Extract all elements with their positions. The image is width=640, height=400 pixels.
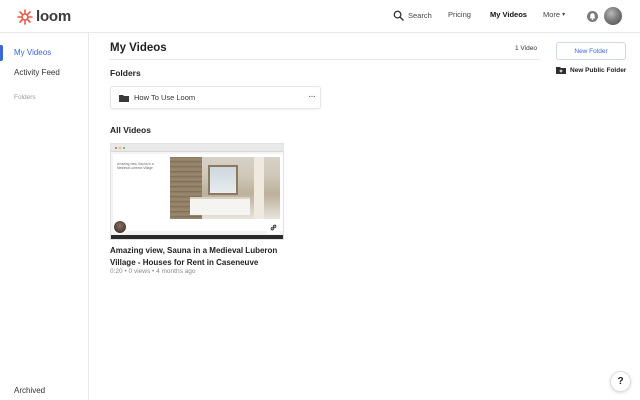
brand-name: loom: [36, 8, 72, 25]
thumbnail-page: Amazing view, Sauna in a Medieval Lubero…: [113, 154, 283, 231]
video-meta: 0:20 • 0 views • 4 months ago: [110, 268, 196, 275]
sidebar-item-archived[interactable]: Archived: [14, 386, 45, 395]
copy-link-icon[interactable]: [267, 221, 280, 234]
chevron-down-icon: ▾: [562, 12, 566, 18]
search-icon: [393, 10, 404, 21]
public-folder-icon: [556, 67, 566, 74]
more-options-icon[interactable]: ···: [308, 92, 316, 102]
sidebar-section-folders: Folders: [14, 94, 36, 101]
all-videos-heading: All Videos: [110, 125, 151, 135]
my-videos-link[interactable]: My Videos: [490, 10, 527, 19]
page-title: My Videos: [110, 42, 167, 54]
folders-heading: Folders: [110, 68, 141, 78]
video-count: 1 Video: [515, 45, 537, 52]
search-label: Search: [408, 11, 432, 20]
loom-logo[interactable]: loom: [17, 8, 71, 25]
video-thumbnail[interactable]: Amazing view, Sauna in a Medieval Lubero…: [110, 143, 284, 240]
thumbnail-photo: [170, 157, 280, 219]
folder-name: How To Use Loom: [134, 93, 196, 102]
divider: [110, 59, 540, 60]
sidebar-item-activity-feed[interactable]: Activity Feed: [14, 68, 60, 77]
user-avatar[interactable]: [604, 7, 622, 25]
loom-logo-icon: [17, 8, 33, 25]
top-bar: loom Search Pricing My Videos More ▾: [0, 0, 640, 33]
pricing-link[interactable]: Pricing: [448, 10, 471, 19]
sidebar: My Videos Activity Feed Folders Archived: [0, 33, 89, 400]
thumbnail-taskbar: [111, 235, 283, 239]
folder-card[interactable]: How To Use Loom ···: [110, 86, 321, 109]
thumbnail-caption: Amazing view, Sauna in a Medieval Lubero…: [117, 162, 154, 170]
thumbnail-browser-bar: [111, 144, 283, 152]
video-title[interactable]: Amazing view, Sauna in a Medieval Lubero…: [110, 245, 290, 269]
search-link[interactable]: Search: [393, 10, 432, 21]
help-button[interactable]: ?: [610, 371, 631, 392]
new-public-folder-label: New Public Folder: [570, 66, 627, 74]
sidebar-item-my-videos[interactable]: My Videos: [14, 48, 51, 57]
new-public-folder-button[interactable]: New Public Folder: [556, 66, 626, 74]
folder-icon: [119, 94, 129, 102]
more-menu[interactable]: More ▾: [543, 10, 565, 19]
active-indicator: [0, 45, 3, 61]
new-folder-button[interactable]: New Folder: [556, 42, 626, 60]
notifications-bell-icon[interactable]: [587, 11, 598, 22]
camera-bubble: [113, 220, 127, 234]
more-label: More: [543, 10, 561, 19]
